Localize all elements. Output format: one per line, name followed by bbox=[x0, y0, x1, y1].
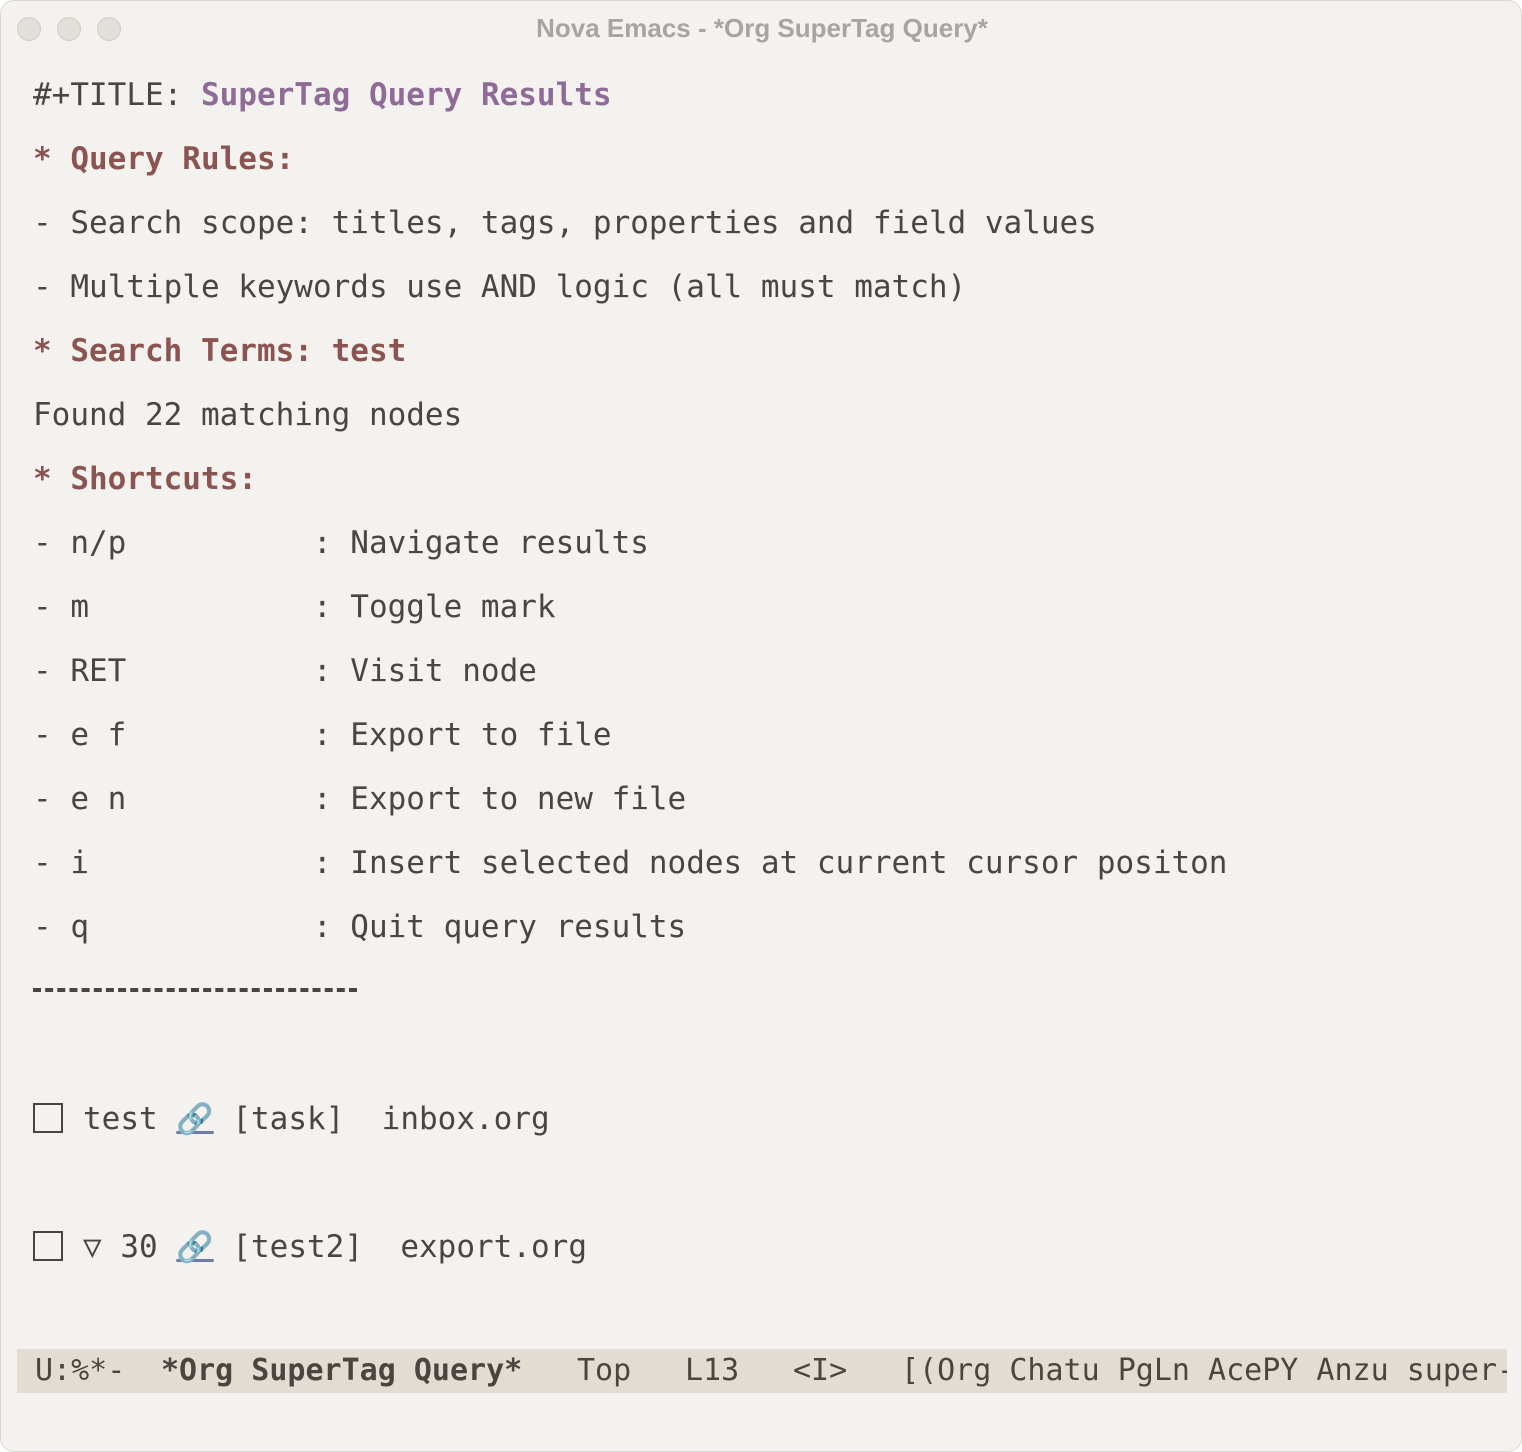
title-line: #+TITLE: SuperTag Query Results bbox=[33, 73, 612, 117]
modeline-input-mode[interactable]: <I> bbox=[793, 1349, 847, 1393]
shortcut-line: - i : Insert selected nodes at current c… bbox=[33, 845, 1228, 881]
mode-line: U:%*- *Org SuperTag Query* Top L13 <I> [… bbox=[17, 1349, 1507, 1393]
modeline-modes[interactable]: [(Org Chatu PgLn AcePY Anzu super- bbox=[901, 1349, 1507, 1393]
query-rules-heading[interactable]: * Query Rules: bbox=[33, 137, 294, 181]
title-bar: Nova Emacs - *Org SuperTag Query* bbox=[1, 1, 1521, 57]
result-tag: [task] bbox=[232, 1101, 345, 1137]
modeline-state: U:%*- bbox=[35, 1353, 126, 1388]
shortcut-line: - m : Toggle mark bbox=[33, 589, 556, 625]
emacs-window: Nova Emacs - *Org SuperTag Query* #+TITL… bbox=[0, 0, 1522, 1452]
result-tag: [test2] bbox=[232, 1229, 364, 1265]
modeline-line: L13 bbox=[685, 1353, 740, 1388]
modeline-position: Top bbox=[577, 1353, 632, 1388]
link-icon[interactable]: 🔗 bbox=[176, 1226, 213, 1270]
modeline-buffer-name[interactable]: *Org SuperTag Query* bbox=[161, 1349, 522, 1393]
title-keyword: #+TITLE: bbox=[33, 77, 201, 113]
result-title[interactable]: test bbox=[83, 1101, 158, 1137]
result-checkbox[interactable] bbox=[33, 1102, 63, 1133]
collapse-triangle-icon[interactable]: ▽ bbox=[83, 1229, 120, 1265]
rule-line-1: - Search scope: titles, tags, properties… bbox=[33, 205, 1097, 241]
separator-line bbox=[33, 988, 357, 992]
search-terms-heading[interactable]: * Search Terms: test bbox=[33, 329, 406, 373]
shortcuts-heading[interactable]: * Shortcuts: bbox=[33, 457, 257, 501]
shortcut-line: - RET : Visit node bbox=[33, 653, 537, 689]
shortcut-line: - n/p : Navigate results bbox=[33, 525, 649, 561]
shortcut-line: - e f : Export to file bbox=[33, 717, 612, 753]
result-checkbox[interactable] bbox=[33, 1230, 63, 1261]
result-title[interactable]: 30 bbox=[120, 1229, 157, 1265]
link-icon[interactable]: 🔗 bbox=[176, 1098, 213, 1142]
result-file: inbox.org bbox=[381, 1101, 550, 1137]
window-title: Nova Emacs - *Org SuperTag Query* bbox=[536, 13, 988, 43]
rule-line-2: - Multiple keywords use AND logic (all m… bbox=[33, 269, 967, 305]
shortcut-line: - q : Quit query results bbox=[33, 909, 687, 945]
shortcut-line: - e n : Export to new file bbox=[33, 781, 687, 817]
result-row[interactable]: ▽ 30 🔗 [test2] export.org bbox=[33, 1225, 587, 1269]
result-file: export.org bbox=[400, 1229, 587, 1265]
found-count: Found 22 matching nodes bbox=[33, 397, 463, 433]
result-row[interactable]: test 🔗 [task] inbox.org bbox=[33, 1097, 550, 1141]
document-title: SuperTag Query Results bbox=[200, 77, 612, 113]
